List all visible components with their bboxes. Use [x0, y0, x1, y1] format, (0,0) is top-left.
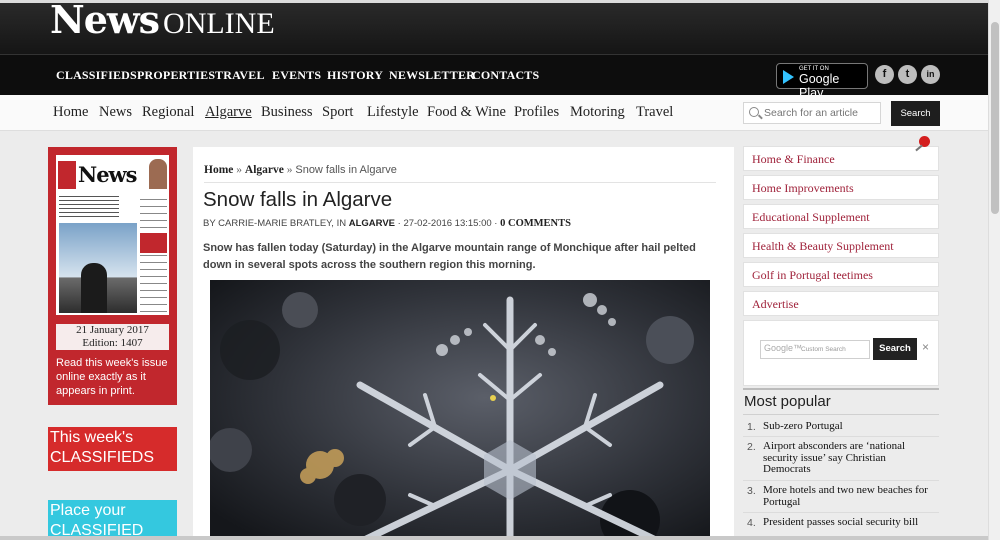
nav-travel[interactable]: TRAVEL — [215, 68, 265, 83]
sidebar-link-educational[interactable]: Educational Supplement — [743, 204, 939, 229]
comments-link[interactable]: 0 COMMENTS — [500, 218, 571, 229]
custom-search-placeholder: Custom Search — [801, 346, 846, 353]
close-icon[interactable]: × — [922, 340, 929, 354]
read-issue-link[interactable]: Read this week's issue online exactly as… — [56, 356, 174, 398]
nav-history[interactable]: HISTORY — [327, 68, 383, 83]
article-standfirst: Snow has fallen today (Saturday) in the … — [203, 242, 696, 271]
linkedin-icon[interactable]: in — [921, 65, 940, 84]
section-food-wine[interactable]: Food & Wine — [427, 104, 506, 121]
section-home[interactable]: Home — [53, 104, 88, 121]
breadcrumb-sep: » — [236, 164, 243, 176]
most-popular-title: Most popular — [744, 393, 831, 410]
twitter-icon[interactable]: t — [898, 65, 917, 84]
edition-date: 21 January 2017 — [76, 324, 149, 336]
section-lifestyle[interactable]: Lifestyle — [367, 104, 419, 121]
breadcrumb-home[interactable]: Home — [204, 164, 233, 176]
sidebar-link-advertise[interactable]: Advertise — [743, 291, 939, 316]
vertical-scrollbar[interactable] — [988, 0, 1000, 540]
search-input[interactable] — [764, 105, 876, 121]
breadcrumb-sep: » — [286, 164, 293, 176]
cover-side-column — [140, 193, 167, 313]
popular-title[interactable]: Sub-zero Portugal — [763, 420, 935, 433]
sidebar-link-health-beauty[interactable]: Health & Beauty Supplement — [743, 233, 939, 258]
snowflake-photo — [210, 280, 710, 540]
sidebar-link-golf[interactable]: Golf in Portugal teetimes — [743, 262, 939, 287]
article-card: Home » Algarve » Snow falls in Algarve S… — [193, 147, 734, 540]
divider — [743, 414, 939, 415]
logo-sub: ONLINE — [163, 7, 275, 40]
nav-events[interactable]: EVENTS — [272, 68, 321, 83]
logo-main: News — [50, 0, 160, 42]
breadcrumb-section[interactable]: Algarve — [245, 164, 284, 176]
cover-headline-lines — [59, 193, 119, 219]
article-hero-image — [210, 280, 710, 540]
popular-rank: 2. — [747, 441, 756, 453]
search-icon — [749, 107, 759, 117]
section-algarve[interactable]: Algarve — [205, 104, 252, 121]
article-title: Snow falls in Algarve — [203, 188, 393, 211]
section-news[interactable]: News — [99, 104, 132, 121]
print-edition-promo[interactable]: News 21 January 2017 Edition: 1407 Read … — [48, 147, 177, 405]
section-travel[interactable]: Travel — [636, 104, 673, 121]
site-logo[interactable]: News ONLINE — [50, 0, 275, 42]
google-custom-search: Google™ Custom Search Search × — [743, 320, 939, 386]
divider — [204, 182, 716, 183]
google-play-badge[interactable]: GET IT ON Google Play — [776, 63, 868, 100]
section-motoring[interactable]: Motoring — [570, 104, 625, 121]
custom-search-button[interactable]: Search — [873, 338, 917, 360]
custom-search-input[interactable]: Google™ Custom Search — [760, 340, 870, 359]
place-classified-banner[interactable]: Place your CLASSIFIED — [48, 500, 177, 540]
horizontal-scrollbar[interactable] — [0, 536, 988, 540]
cover-portrait — [149, 159, 167, 189]
primary-nav: CLASSIFIEDS PROPERTIES TRAVEL EVENTS HIS… — [0, 54, 988, 100]
sidebar-link-home-improvements[interactable]: Home Improvements — [743, 175, 939, 200]
article-byline: BY CARRIE-MARIE BRATLEY, IN ALGARVE · 27… — [203, 218, 571, 229]
section-regional[interactable]: Regional — [142, 104, 194, 121]
popular-title[interactable]: More hotels and two new beaches for Port… — [763, 484, 935, 508]
divider — [743, 388, 939, 390]
cover-red-box — [140, 233, 167, 253]
breadcrumb-current: Snow falls in Algarve — [295, 164, 397, 176]
byline-section-link[interactable]: ALGARVE — [349, 218, 395, 229]
cover-title: News — [78, 162, 137, 187]
google-play-icon — [783, 70, 794, 84]
edition-label: 21 January 2017 Edition: 1407 — [56, 324, 169, 350]
popular-rank: 4. — [747, 517, 756, 529]
cover-red-block — [58, 161, 76, 189]
nav-classifieds[interactable]: CLASSIFIEDS — [56, 68, 137, 83]
site-search — [743, 102, 881, 124]
section-sport[interactable]: Sport — [322, 104, 353, 121]
masthead: News ONLINE — [0, 0, 988, 54]
section-business[interactable]: Business — [261, 104, 313, 121]
popular-rank: 1. — [747, 421, 756, 433]
popular-title[interactable]: Airport absconders are ‘national securit… — [763, 440, 935, 476]
google-logo: Google™ — [764, 343, 803, 353]
breadcrumb: Home » Algarve » Snow falls in Algarve — [204, 164, 397, 176]
byline-author: BY CARRIE-MARIE BRATLEY, IN — [203, 218, 347, 229]
scrollbar-thumb[interactable] — [991, 22, 999, 214]
popular-rank: 3. — [747, 485, 756, 497]
popular-title[interactable]: President passes social security bill — [763, 516, 935, 529]
byline-date: · 27-02-2016 13:15:00 · — [397, 218, 498, 229]
cover-photo — [59, 223, 137, 313]
facebook-icon[interactable]: f — [875, 65, 894, 84]
classifieds-banner[interactable]: This week's CLASSIFIEDS — [48, 427, 177, 471]
pushpin-icon — [915, 136, 930, 152]
search-button[interactable]: Search — [891, 101, 940, 126]
divider — [743, 436, 939, 437]
edition-number: Edition: 1407 — [82, 336, 143, 349]
newspaper-cover-image[interactable]: News — [56, 155, 169, 315]
nav-properties[interactable]: PROPERTIES — [137, 68, 215, 83]
divider — [743, 512, 939, 513]
nav-newsletter[interactable]: NEWSLETTER — [389, 68, 475, 83]
sidebar-link-home-finance[interactable]: Home & Finance — [743, 146, 939, 171]
nav-contacts[interactable]: CONTACTS — [472, 68, 539, 83]
divider — [743, 480, 939, 481]
section-profiles[interactable]: Profiles — [514, 104, 559, 121]
